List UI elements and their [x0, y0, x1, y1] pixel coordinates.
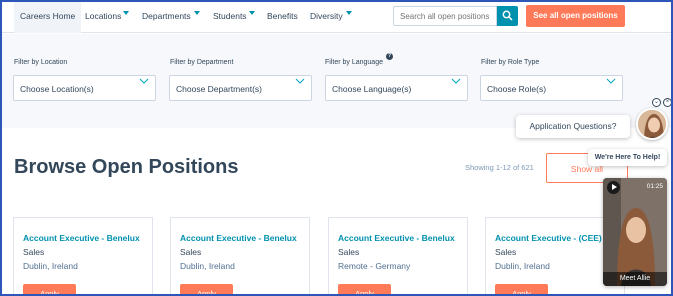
chevron-down-icon — [606, 78, 616, 84]
minimize-chevron-down-icon[interactable]: ⌄ — [652, 98, 661, 107]
diversity-chevron-down-icon[interactable] — [346, 11, 352, 15]
close-icon[interactable]: × — [663, 98, 672, 107]
apply-button[interactable]: Apply — [338, 284, 391, 296]
job-title-link[interactable]: Account Executive - (CEE) — [495, 233, 602, 243]
chevron-down-icon — [451, 78, 461, 84]
see-all-open-positions-button[interactable]: See all open positions — [526, 5, 625, 27]
job-title-link[interactable]: Account Executive - Benelux — [180, 233, 297, 243]
departments-chevron-down-icon[interactable] — [194, 11, 200, 15]
apply-button[interactable]: Apply — [180, 284, 233, 296]
filter-department-label: Filter by Department — [170, 59, 234, 66]
chat-help-bubble[interactable]: We're Here To Help! — [588, 149, 667, 166]
search-icon — [502, 10, 513, 21]
filter-department-select[interactable]: Choose Department(s) — [169, 75, 312, 101]
nav-students[interactable]: Students — [213, 0, 247, 33]
locations-chevron-down-icon[interactable] — [123, 11, 129, 15]
job-card: Account Executive - Benelux Sales Dublin… — [170, 217, 310, 296]
top-nav: Careers Home Locations Departments Stude… — [0, 0, 673, 33]
filter-department-value: Choose Department(s) — [176, 84, 262, 94]
job-location: Dublin, Ireland — [495, 261, 550, 271]
video-thumbnail-icon — [603, 178, 667, 286]
play-icon[interactable] — [607, 181, 620, 194]
help-question-icon[interactable]: ? — [386, 53, 393, 60]
filter-language-value: Choose Language(s) — [332, 84, 412, 94]
filter-role-label: Filter by Role Type — [481, 59, 540, 66]
person-avatar-icon — [638, 110, 666, 138]
job-department: Sales — [495, 247, 517, 257]
filter-language-label: Filter by Language — [325, 59, 383, 66]
chevron-down-icon — [295, 78, 305, 84]
job-title-link[interactable]: Account Executive - Benelux — [23, 233, 140, 243]
students-chevron-down-icon[interactable] — [249, 11, 255, 15]
nav-benefits[interactable]: Benefits — [267, 0, 298, 33]
filter-location-value: Choose Location(s) — [20, 84, 94, 94]
job-department: Sales — [180, 247, 202, 257]
chevron-down-icon — [139, 78, 149, 84]
chat-question-bubble[interactable]: Application Questions? — [516, 115, 630, 138]
results-count: Showing 1-12 of 621 — [465, 163, 534, 172]
search-input[interactable] — [393, 6, 497, 26]
nav-careers-home[interactable]: Careers Home — [14, 0, 82, 33]
filter-role-value: Choose Role(s) — [487, 84, 547, 94]
filter-language-select[interactable]: Choose Language(s) — [325, 75, 468, 101]
job-location: Dublin, Ireland — [23, 261, 78, 271]
job-location: Dublin, Ireland — [180, 261, 235, 271]
chat-video[interactable]: 01:25 Meet Allie — [603, 178, 667, 286]
filter-location-select[interactable]: Choose Location(s) — [13, 75, 156, 101]
nav-departments[interactable]: Departments — [142, 0, 191, 33]
page-title: Browse Open Positions — [14, 156, 239, 178]
job-department: Sales — [23, 247, 45, 257]
job-location: Remote - Germany — [338, 261, 411, 271]
job-card: Account Executive - Benelux Sales Dublin… — [13, 217, 153, 296]
job-title-link[interactable]: Account Executive - Benelux — [338, 233, 455, 243]
filter-location-label: Filter by Location — [14, 59, 68, 66]
nav-diversity[interactable]: Diversity — [310, 0, 343, 33]
apply-button[interactable]: Apply — [495, 284, 548, 296]
video-duration: 01:25 — [646, 183, 663, 190]
filter-role-select[interactable]: Choose Role(s) — [480, 75, 623, 101]
video-caption: Meet Allie — [603, 272, 667, 286]
nav-locations[interactable]: Locations — [85, 0, 121, 33]
search-button[interactable] — [497, 6, 518, 26]
chat-avatar[interactable] — [636, 108, 668, 140]
apply-button[interactable]: Apply — [23, 284, 76, 296]
job-department: Sales — [338, 247, 360, 257]
job-card: Account Executive - Benelux Sales Remote… — [328, 217, 468, 296]
